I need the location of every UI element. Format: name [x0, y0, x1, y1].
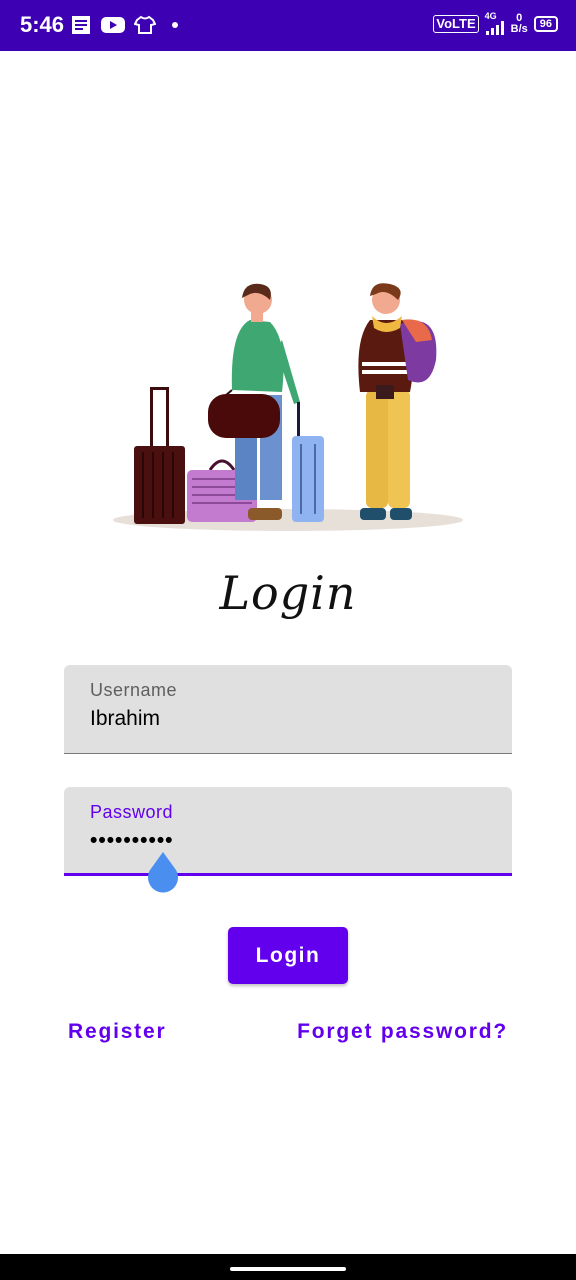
page-title: Login [219, 566, 357, 620]
volte-badge: VoLTE [433, 14, 479, 33]
status-bar: 5:46 VoLTE 4G 0 B/s 96 [0, 0, 576, 51]
forget-password-link[interactable]: Forget password? [297, 1020, 508, 1044]
notification-icons [70, 14, 178, 36]
speed-unit: B/s [510, 22, 528, 35]
signal-group: 4G [485, 12, 505, 35]
network-speed: 0 B/s [510, 12, 528, 35]
register-link[interactable]: Register [68, 1020, 166, 1044]
navigation-bar [0, 1254, 576, 1280]
username-field[interactable]: Username Ibrahim [64, 665, 512, 754]
document-icon [72, 16, 90, 34]
password-field[interactable]: Password •••••••••• [64, 787, 512, 876]
youtube-icon [101, 17, 125, 33]
username-input[interactable]: Ibrahim [90, 707, 160, 731]
text-cursor-handle[interactable] [146, 852, 180, 896]
password-input[interactable]: •••••••••• [90, 829, 174, 853]
dot-icon [172, 22, 178, 28]
status-indicators: VoLTE 4G 0 B/s 96 [433, 12, 558, 35]
travelers-illustration [113, 283, 463, 531]
network-type: 4G [484, 11, 497, 21]
username-label: Username [90, 680, 178, 700]
password-label: Password [90, 802, 174, 822]
shirt-icon [134, 15, 156, 34]
status-time: 5:46 [20, 12, 65, 37]
battery-icon: 96 [533, 15, 558, 32]
login-button[interactable]: Login [228, 927, 348, 984]
home-gesture-bar[interactable] [230, 1267, 346, 1271]
signal-icon [485, 21, 504, 35]
